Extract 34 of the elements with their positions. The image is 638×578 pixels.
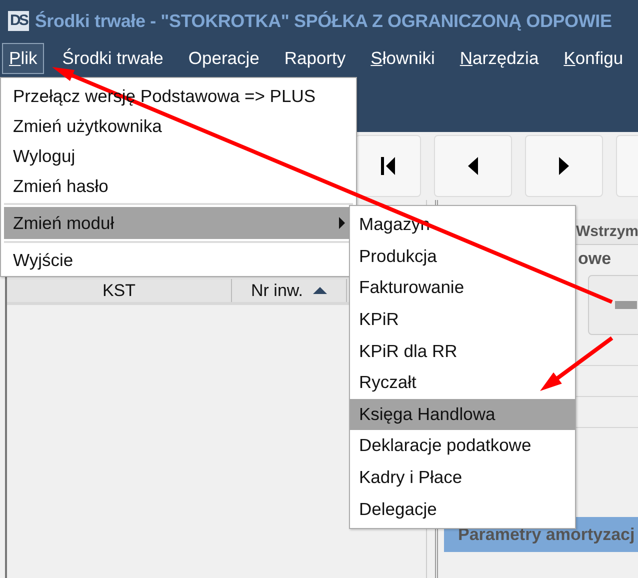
menu-item[interactable]: Zmień użytkownika	[4, 111, 353, 141]
window-title: Środki trwałe - "STOKROTKA" SPÓŁKA Z OGRANICZONĄ ODPOWIE	[34, 10, 612, 32]
dash-button[interactable]	[588, 275, 638, 335]
menu-bar-item[interactable]: Operacje	[181, 43, 266, 74]
menu-bar-item[interactable]: Raporty	[277, 43, 353, 74]
submenu-arrow-icon	[339, 217, 345, 229]
menu-item[interactable]: Wyloguj	[4, 141, 353, 171]
previous-button[interactable]	[434, 135, 512, 197]
menu-bar-item[interactable]: Plik	[2, 43, 44, 74]
menu-bar-item[interactable]: Słowniki	[364, 43, 442, 74]
details-tab[interactable]: Wstrzym	[574, 219, 638, 244]
dash-icon	[615, 301, 637, 309]
group-label: owe	[578, 249, 612, 269]
menu-bar-item[interactable]: Konfigu	[556, 43, 630, 74]
menu-item[interactable]: Deklaracje podatkowe	[350, 430, 575, 462]
menu-item[interactable]: KPiR	[350, 304, 575, 336]
column-header[interactable]: KST	[7, 279, 232, 302]
menu-item[interactable]: Produkcja	[350, 240, 575, 272]
previous-icon	[468, 157, 478, 175]
menu-item[interactable]: Wyjście	[4, 245, 353, 275]
next-icon	[559, 157, 569, 175]
menu-item[interactable]: Księga Handlowa	[350, 398, 575, 430]
app-logo: DS	[8, 11, 29, 31]
first-record-icon	[381, 157, 395, 175]
menu-item[interactable]: Ryczałt	[350, 366, 575, 399]
menu-item[interactable]: Zmień hasło	[4, 171, 353, 201]
menu-item[interactable]: Kadry i Płace	[350, 462, 575, 494]
menu-bar-item[interactable]: Środki trwałe	[55, 43, 170, 74]
menu-item[interactable]: Fakturowanie	[350, 272, 575, 304]
next-button[interactable]	[525, 135, 603, 197]
menu-item[interactable]: KPiR dla RR	[350, 335, 575, 367]
menu-bar-item[interactable]: Narzędzia	[452, 43, 546, 74]
first-record-button[interactable]	[355, 135, 421, 197]
column-header[interactable]: Nr inw.	[232, 279, 347, 302]
